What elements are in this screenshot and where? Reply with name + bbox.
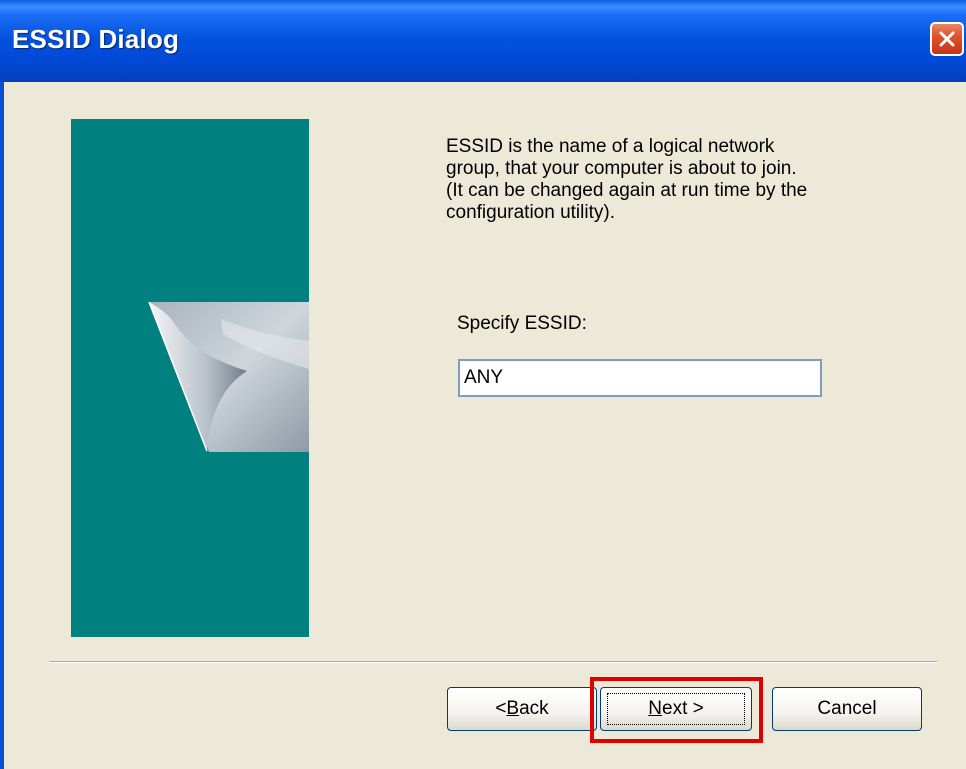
back-label-rest: ack [519,698,549,719]
back-prefix: < [495,698,507,719]
window-frame-left [0,82,4,769]
next-button[interactable]: Next > [600,687,752,731]
close-button[interactable] [930,22,964,56]
close-icon [939,31,955,47]
essid-input[interactable] [458,359,822,397]
window-title: ESSID Dialog [12,24,180,54]
button-separator [49,661,937,663]
page-curl-graphic [148,301,309,452]
essid-dialog-window: ESSID Dialog ESSID is the name of a logi… [0,0,966,769]
title-bar[interactable]: ESSID Dialog [0,0,966,82]
back-mnemonic: B [506,698,520,719]
next-mnemonic: N [648,698,662,719]
wizard-banner-image [71,119,309,637]
next-label-rest: ext > [662,698,704,719]
essid-label: Specify ESSID: [457,313,587,334]
back-button[interactable]: < Back [447,687,597,731]
essid-description: ESSID is the name of a logical network g… [446,136,808,223]
cancel-button[interactable]: Cancel [772,687,922,731]
